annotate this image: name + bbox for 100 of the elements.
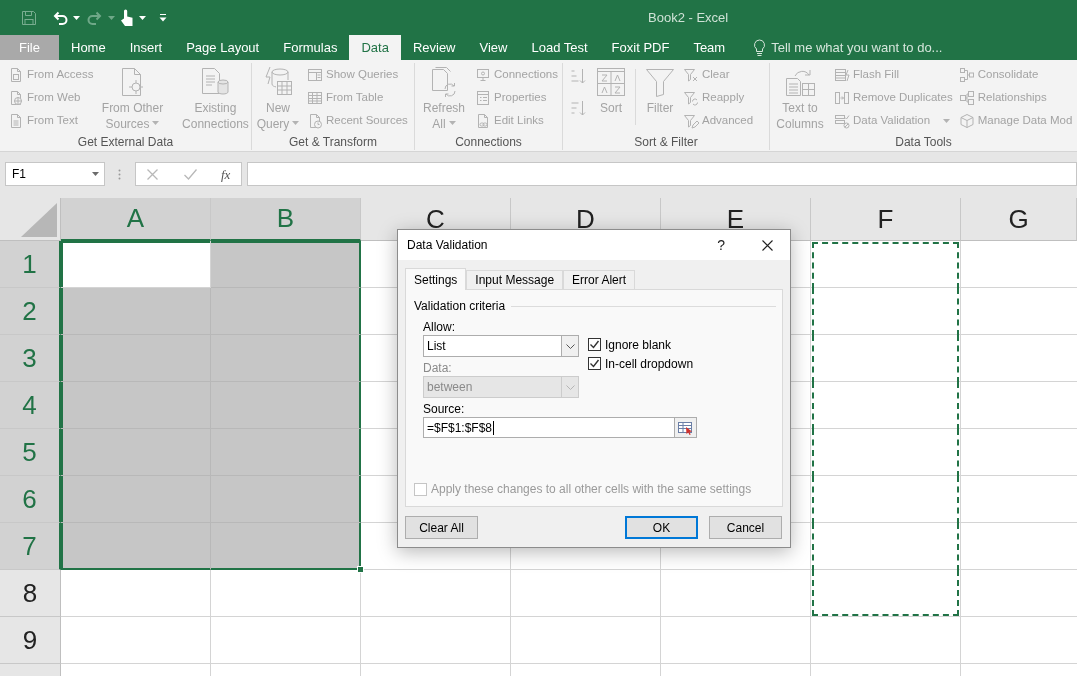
cell[interactable] [211,241,361,288]
cell[interactable] [61,476,211,523]
cell[interactable] [61,335,211,382]
ribbon-tab[interactable]: View [467,35,520,60]
allow-dropdown[interactable]: List [423,335,579,357]
group-label: Sort & Filter [633,134,699,150]
hand-pointer-icon[interactable] [120,9,134,26]
caret-icon[interactable] [139,15,146,20]
cancel-icon[interactable] [147,168,158,180]
text-cursor [493,420,495,435]
active-cell[interactable] [61,241,211,288]
ribbon-tab[interactable]: Foxit PDF [599,35,682,60]
filter-icon [644,66,676,98]
formula-input[interactable] [247,162,1077,186]
range-picker-button[interactable] [674,418,696,437]
monitor-icon [475,66,491,83]
column-header[interactable]: G [961,198,1077,241]
remove-duplicates-icon [834,89,850,106]
row-header[interactable]: 6 [0,476,61,523]
consolidate-icon [958,66,975,83]
row-header[interactable]: 1 [0,241,61,288]
row-header[interactable]: 3 [0,335,61,382]
dialog-button[interactable]: OK [625,516,698,539]
row-header[interactable]: 4 [0,382,61,429]
dialog-tab[interactable]: Settings [405,268,467,290]
dots-icon[interactable] [118,169,121,180]
close-icon[interactable] [762,239,773,251]
cell[interactable] [211,288,361,335]
table-icon [307,89,323,106]
insert-function-button[interactable]: fx [221,167,231,181]
checklist-icon [834,112,850,129]
ribbon-tab[interactable]: Review [400,35,468,60]
cube-icon [958,112,975,129]
flash-fill-icon [834,66,850,83]
ribbon-tab[interactable]: Load Test [519,35,600,60]
cell[interactable] [211,335,361,382]
undo-icon[interactable] [52,10,68,25]
fill-handle[interactable] [357,566,364,573]
cell[interactable] [211,523,361,570]
redo-icon[interactable] [87,10,103,25]
customize-icon[interactable] [159,13,167,22]
dialog-tab[interactable]: Input Message [466,270,564,289]
triangle-icon [21,203,57,237]
page-lines-icon [8,112,24,129]
field-label: Source: [423,402,465,416]
section-title: Validation criteria [414,298,506,315]
ribbon-tab[interactable]: Home [59,35,118,60]
caret-icon[interactable] [92,172,99,176]
dialog-button[interactable]: Clear All [405,516,478,539]
tell-me-field[interactable]: Tell me what you want to do... [771,37,962,58]
row-header[interactable]: 9 [0,617,61,664]
ribbon-tab[interactable]: Data [349,35,401,60]
chevron-down-icon [565,384,575,390]
column-header[interactable]: B [211,198,361,241]
row-header[interactable]: 2 [0,288,61,335]
select-all-button[interactable] [0,198,61,241]
cell[interactable] [61,429,211,476]
window-icon [307,66,323,83]
cell[interactable] [61,523,211,570]
caret-icon[interactable] [73,15,80,20]
option-label[interactable]: Ignore blank [605,335,672,354]
row-header[interactable]: 7 [0,523,61,570]
checkbox[interactable] [588,357,601,370]
help-button[interactable]: ? [715,238,727,252]
name-box[interactable]: F1 [5,162,105,186]
cell[interactable] [61,288,211,335]
page-database-icon [199,66,232,98]
dialog-button[interactable]: Cancel [709,516,782,539]
save-icon[interactable] [21,9,37,26]
ribbon-tab[interactable]: Insert [117,35,175,60]
cell[interactable] [211,429,361,476]
dropdown-button[interactable] [561,336,578,356]
column-header[interactable]: A [61,198,211,241]
group-label: Connections [454,134,523,150]
ribbon-tab[interactable]: Team [681,35,738,60]
lightbulb-icon[interactable] [753,39,767,56]
option-label[interactable]: In-cell dropdown [605,354,694,373]
ribbon-tab[interactable]: Page Layout [174,35,272,60]
row-header[interactable]: 5 [0,429,61,476]
ribbon-tab[interactable]: File [0,35,59,60]
page-icon [8,66,24,83]
field-label: Allow: [423,320,456,334]
check-icon[interactable] [184,168,197,180]
checkbox[interactable] [588,338,601,351]
ribbon-tab[interactable]: Formulas [271,35,350,60]
chevron-down-icon [565,343,575,349]
database-table-icon [262,66,294,98]
cell[interactable] [211,476,361,523]
field-label: Data: [423,361,453,375]
row-header[interactable]: 8 [0,570,61,617]
group-label: Data Tools [894,134,953,150]
page-link-icon [475,112,491,129]
cell[interactable] [61,382,211,429]
sort-icon [595,66,627,98]
filter-pencil-icon [683,112,699,129]
group-label: Get & Transform [288,134,378,150]
column-header[interactable]: F [811,198,961,241]
dialog-tab[interactable]: Error Alert [563,270,636,289]
source-field[interactable]: =$F$1:$F$8 [423,417,697,438]
cell[interactable] [211,382,361,429]
